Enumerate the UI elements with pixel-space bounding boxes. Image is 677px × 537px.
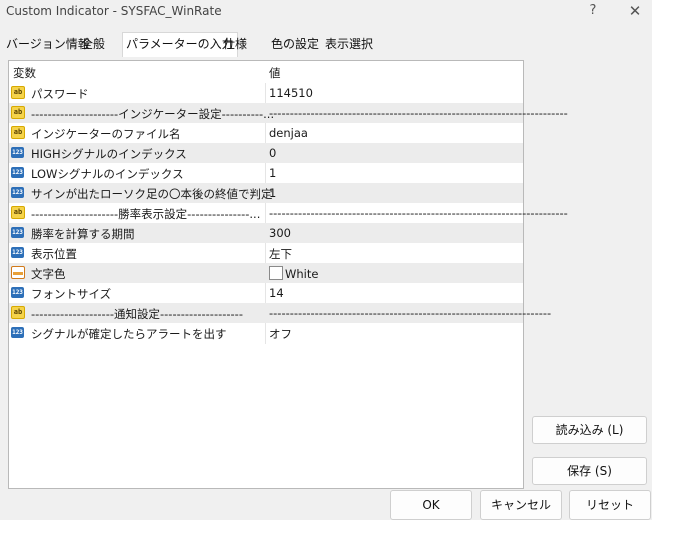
integer-type-icon: 123 [11, 247, 24, 258]
load-button[interactable]: 読み込み (L) [532, 416, 647, 444]
string-type-icon: ab [11, 86, 25, 99]
param-label: ---------------------インジケーター設定----------… [31, 107, 275, 121]
param-value[interactable]: オフ [269, 326, 292, 342]
param-value[interactable]: ----------------------------------------… [269, 306, 551, 320]
color-name: White [285, 267, 319, 281]
string-type-icon: ab [11, 126, 25, 139]
grid-header: 変数 値 [9, 61, 523, 83]
integer-type-icon: 123 [11, 227, 24, 238]
param-row[interactable]: ab ---------------------インジケーター設定-------… [9, 103, 568, 123]
param-label: インジケーターのファイル名 [31, 127, 181, 141]
header-variable: 変数 [13, 66, 36, 80]
param-label: --------------------通知設定----------------… [31, 307, 243, 321]
param-label: 文字色 [31, 267, 66, 281]
param-value[interactable]: ----------------------------------------… [269, 206, 568, 220]
param-row[interactable]: 123 勝率を計算する期間 300 [9, 223, 523, 243]
param-value[interactable]: 0 [269, 146, 276, 160]
param-row[interactable]: ab ---------------------勝率表示設定----------… [9, 203, 568, 223]
tab-bar: バージョン情報 全般 パラメーターの入力 仕様 色の設定 表示選択 [0, 32, 652, 57]
string-type-icon: ab [11, 306, 25, 319]
param-value[interactable]: 左下 [269, 246, 292, 262]
param-row[interactable]: ab インジケーターのファイル名 denjaa [9, 123, 523, 143]
integer-type-icon: 123 [11, 167, 24, 178]
parameter-grid: 変数 値 ab パスワード 114510 ab ----------------… [8, 60, 568, 489]
save-button[interactable]: 保存 (S) [532, 457, 647, 485]
param-row[interactable]: 123 LOWシグナルのインデックス 1 [9, 163, 523, 183]
param-row[interactable]: 123 サインが出たローソク足の〇本後の終値で判定 1 [9, 183, 523, 203]
param-value[interactable]: denjaa [269, 126, 308, 140]
string-type-icon: ab [11, 206, 25, 219]
ok-button[interactable]: OK [390, 490, 472, 520]
param-row[interactable]: 123 フォントサイズ 14 [9, 283, 523, 303]
tab-display-select[interactable]: 表示選択 [322, 33, 376, 55]
window-title: Custom Indicator - SYSFAC_WinRate [6, 4, 222, 18]
tab-spec[interactable]: 仕様 [220, 33, 250, 55]
param-value[interactable]: ----------------------------------------… [269, 106, 568, 120]
color-type-icon [11, 266, 25, 279]
param-label: シグナルが確定したらアラートを出す [31, 327, 227, 341]
integer-type-icon: 123 [11, 327, 24, 338]
tab-colors[interactable]: 色の設定 [268, 33, 322, 55]
param-label: フォントサイズ [31, 287, 112, 301]
param-label: パスワード [31, 87, 89, 101]
param-value[interactable]: 14 [269, 286, 284, 300]
param-value[interactable]: White [269, 266, 318, 281]
header-value: 値 [269, 66, 281, 80]
integer-type-icon: 123 [11, 187, 24, 198]
tab-general[interactable]: 全般 [78, 33, 108, 55]
param-row[interactable]: 123 HIGHシグナルのインデックス 0 [9, 143, 523, 163]
param-row[interactable]: ab --------------------通知設定-------------… [9, 303, 551, 323]
param-label: ---------------------勝率表示設定-------------… [31, 207, 261, 221]
reset-button[interactable]: リセット [569, 490, 651, 520]
param-value[interactable]: 1 [269, 186, 276, 200]
param-label: サインが出たローソク足の〇本後の終値で判定 [31, 187, 273, 201]
param-value[interactable]: 300 [269, 226, 291, 240]
param-row[interactable]: 123 表示位置 左下 [9, 243, 523, 263]
integer-type-icon: 123 [11, 287, 24, 298]
title-bar: Custom Indicator - SYSFAC_WinRate ? ✕ [0, 0, 652, 24]
param-label: 勝率を計算する期間 [31, 227, 135, 241]
param-row[interactable]: ab パスワード 114510 [9, 83, 523, 103]
param-row[interactable]: 文字色 White [9, 263, 523, 283]
dialog-window: Custom Indicator - SYSFAC_WinRate ? ✕ バー… [0, 0, 652, 520]
close-button[interactable]: ✕ [624, 1, 646, 21]
param-label: LOWシグナルのインデックス [31, 167, 184, 181]
integer-type-icon: 123 [11, 147, 24, 158]
help-button[interactable]: ? [582, 1, 604, 21]
param-value[interactable]: 1 [269, 166, 276, 180]
param-row[interactable]: 123 シグナルが確定したらアラートを出す オフ [9, 323, 523, 343]
param-value[interactable]: 114510 [269, 86, 313, 100]
param-label: HIGHシグナルのインデックス [31, 147, 187, 161]
string-type-icon: ab [11, 106, 25, 119]
color-swatch[interactable] [269, 266, 283, 280]
param-label: 表示位置 [31, 247, 77, 261]
cancel-button[interactable]: キャンセル [480, 490, 562, 520]
